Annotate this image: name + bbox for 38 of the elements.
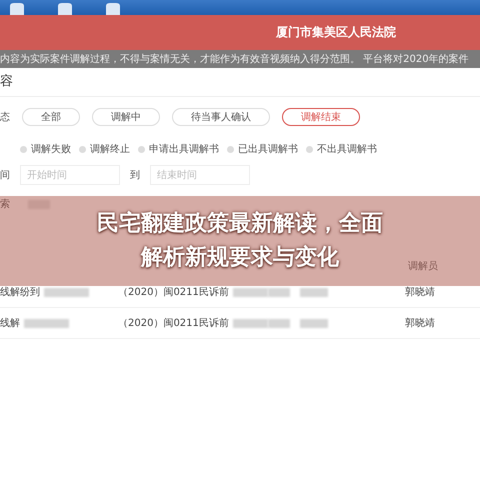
radio-icon[interactable] (79, 146, 86, 152)
radio-icon[interactable] (306, 146, 313, 152)
table-cell-text: 线解纷到 (0, 286, 40, 299)
radio-icon[interactable] (138, 146, 145, 152)
radio-icon[interactable] (227, 146, 234, 152)
redacted-block (24, 318, 69, 328)
result-radio[interactable]: 申请出具调解书 (138, 142, 219, 156)
status-tab[interactable]: 调解中 (92, 108, 160, 126)
start-time-field[interactable]: 开始时间 (20, 165, 120, 185)
end-time-field[interactable]: 结束时间 (150, 165, 250, 185)
result-radio[interactable]: 已出具调解书 (227, 142, 298, 156)
status-tab[interactable]: 全部 (22, 108, 80, 126)
table-cell: 郭晓靖 (405, 287, 435, 298)
table-cell: 郭晓靖 (405, 318, 435, 329)
table-cell-text: （2020）闽0211民诉前 (118, 286, 229, 299)
file-icon[interactable] (56, 3, 74, 15)
court-title: 厦门市集美区人民法院 (276, 24, 396, 41)
file-icon[interactable] (8, 3, 26, 15)
filter-label: 索 (0, 198, 10, 211)
redacted-block (300, 318, 328, 328)
table-cell-text: 线解 (0, 316, 20, 330)
result-radio[interactable]: 调解失败 (20, 142, 71, 156)
section-title: 容 (0, 68, 480, 97)
radio-icon[interactable] (20, 146, 27, 152)
result-radio[interactable]: 调解终止 (79, 142, 130, 156)
filter-label: 态 (0, 110, 10, 124)
table-cell-text: （2020）闽0211民诉前 (118, 316, 229, 330)
banner-title: 民宅翻建政策最新解读，全面解析新规要求与变化 (96, 210, 384, 272)
notice-text: 内容为实际案件调解过程，不得与案情无关，才能作为有效音视频纳入得分范围。 平台将对2020年的案件 (0, 52, 469, 66)
status-tab[interactable]: 调解结束 (282, 108, 360, 126)
status-tab[interactable]: 待当事人确认 (172, 108, 270, 126)
redacted-block (300, 288, 328, 296)
redacted-block (44, 288, 89, 296)
file-icon[interactable] (104, 3, 122, 15)
filter-label: 间 (0, 169, 10, 182)
range-separator: 到 (130, 169, 140, 182)
result-radio[interactable]: 不出具调解书 (306, 142, 377, 156)
column-header: 调解员 (408, 260, 438, 273)
